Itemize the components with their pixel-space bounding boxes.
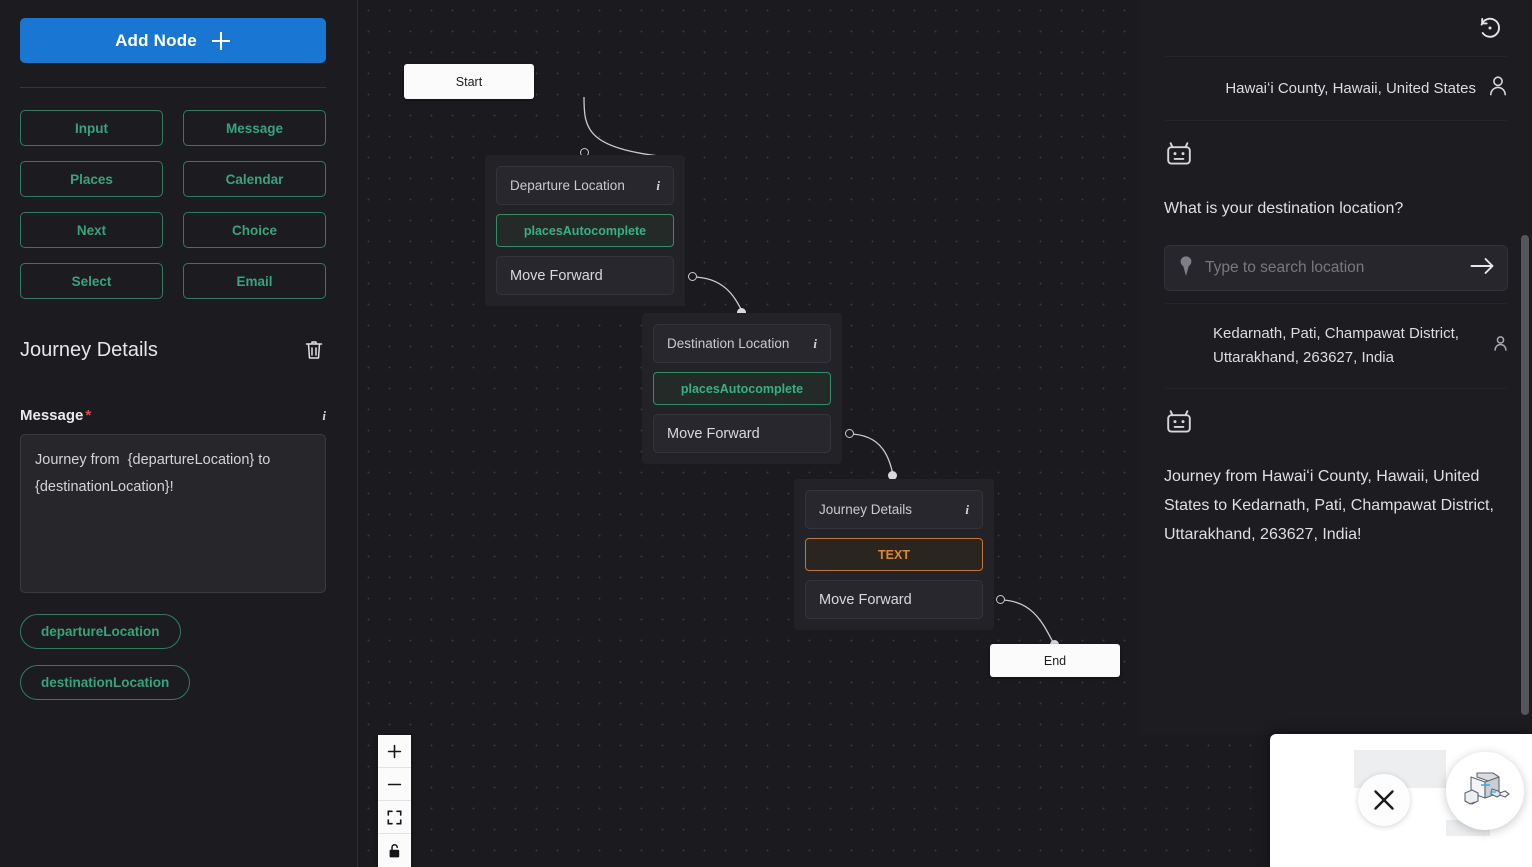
end-node[interactable]: End <box>990 644 1120 677</box>
message-text: Kedarnath, Pati, Champawat District, Utt… <box>1213 325 1459 366</box>
node-title: Departure Location <box>510 178 625 193</box>
node-type-message[interactable]: Message <box>183 110 326 146</box>
chat-scrollbar[interactable] <box>1521 235 1529 715</box>
info-icon[interactable]: i <box>322 408 326 424</box>
chat-message-bot-2: Journey from Hawaiʻi County, Hawaii, Uni… <box>1164 389 1508 553</box>
sidebar-divider <box>20 87 326 88</box>
node-action-label: Move Forward <box>667 425 760 442</box>
chat-widget-launcher <box>1270 734 1532 867</box>
trash-icon[interactable] <box>302 337 326 363</box>
start-node[interactable]: Start <box>404 64 534 99</box>
node-badge[interactable]: placesAutocomplete <box>653 372 831 405</box>
node-title-row[interactable]: Destination Location i <box>653 324 831 363</box>
add-node-button[interactable]: Add Node <box>20 18 326 63</box>
node-type-calendar[interactable]: Calendar <box>183 161 326 197</box>
map-pin-icon <box>1177 255 1195 282</box>
node-title-row[interactable]: Journey Details i <box>805 490 983 529</box>
location-search-row[interactable] <box>1164 245 1508 291</box>
chat-panel: Hawaiʻi County, Hawaii, United States Wh… <box>1140 0 1532 735</box>
port-destination-out[interactable] <box>845 429 854 438</box>
canvas-controls <box>378 735 411 867</box>
node-action-label: Move Forward <box>510 267 603 284</box>
info-icon[interactable]: i <box>813 336 817 352</box>
end-node-label: End <box>1043 653 1067 668</box>
close-icon[interactable] <box>1358 774 1410 826</box>
message-label-text: Message <box>20 407 84 424</box>
arrow-right-icon[interactable] <box>1470 257 1495 280</box>
app-root: Add Node Input Message Places Calendar N… <box>0 0 1532 867</box>
location-search-input[interactable] <box>1205 259 1460 277</box>
user-avatar-icon <box>1488 75 1508 102</box>
info-icon[interactable]: i <box>965 502 969 518</box>
message-text: Hawaiʻi County, Hawaii, United States <box>1225 79 1476 97</box>
message-field-label: Message * <box>20 407 91 424</box>
chat-message-user-2: Kedarnath, Pati, Champawat District, Utt… <box>1164 304 1508 389</box>
zoom-in-button[interactable] <box>378 735 411 768</box>
node-type-input[interactable]: Input <box>20 110 163 146</box>
port-departure-out[interactable] <box>688 272 697 281</box>
node-action-row[interactable]: Move Forward <box>496 256 674 295</box>
node-title: Destination Location <box>667 336 790 351</box>
node-action-row[interactable]: Move Forward <box>805 580 983 619</box>
lock-button[interactable] <box>378 834 411 867</box>
node-type-grid: Input Message Places Calendar Next Choic… <box>20 110 326 299</box>
message-input[interactable] <box>20 434 326 593</box>
node-action-label: Move Forward <box>819 591 912 608</box>
chat-message-bot-1: What is your destination location? <box>1164 121 1508 303</box>
panel-title: Journey Details <box>20 338 158 361</box>
node-type-select[interactable]: Select <box>20 263 163 299</box>
node-title-row[interactable]: Departure Location i <box>496 166 674 205</box>
flow-node-destination-location[interactable]: Destination Location i placesAutocomplet… <box>642 313 842 464</box>
start-node-label: Start <box>455 74 483 89</box>
plus-icon <box>211 31 231 51</box>
zoom-out-button[interactable] <box>378 768 411 801</box>
variable-chip-list: departureLocation destinationLocation <box>20 598 337 700</box>
user-avatar-icon <box>1493 335 1508 357</box>
flow-node-journey-details[interactable]: Journey Details i TEXT Move Forward <box>794 479 994 630</box>
panel-header: Journey Details <box>20 337 326 363</box>
sidebar: Add Node Input Message Places Calendar N… <box>0 0 358 867</box>
message-field-label-row: Message * i <box>20 407 326 424</box>
node-action-row[interactable]: Move Forward <box>653 414 831 453</box>
variable-chip-departure-location[interactable]: departureLocation <box>20 614 181 649</box>
robot-cube-icon[interactable] <box>1446 752 1524 830</box>
flow-node-departure-location[interactable]: Departure Location i placesAutocomplete … <box>485 155 685 306</box>
node-badge[interactable]: placesAutocomplete <box>496 214 674 247</box>
node-type-choice[interactable]: Choice <box>183 212 326 248</box>
info-icon[interactable]: i <box>656 178 660 194</box>
node-type-email[interactable]: Email <box>183 263 326 299</box>
fit-view-button[interactable] <box>378 801 411 834</box>
port-journey-out[interactable] <box>996 595 1005 604</box>
add-node-label: Add Node <box>115 30 197 50</box>
node-type-places[interactable]: Places <box>20 161 163 197</box>
required-marker: * <box>85 407 92 424</box>
robot-avatar-icon <box>1164 409 1508 440</box>
node-badge[interactable]: TEXT <box>805 538 983 571</box>
chat-toolbar <box>1164 0 1508 56</box>
chat-message-user-1: Hawaiʻi County, Hawaii, United States <box>1164 57 1508 121</box>
node-type-next[interactable]: Next <box>20 212 163 248</box>
node-title: Journey Details <box>819 502 913 517</box>
variable-chip-destination-location[interactable]: destinationLocation <box>20 665 191 700</box>
robot-avatar-icon <box>1164 141 1508 172</box>
message-text: What is your destination location? <box>1164 200 1404 217</box>
restart-history-icon[interactable] <box>1472 10 1508 46</box>
message-text: Journey from Hawaiʻi County, Hawaii, Uni… <box>1164 468 1494 543</box>
